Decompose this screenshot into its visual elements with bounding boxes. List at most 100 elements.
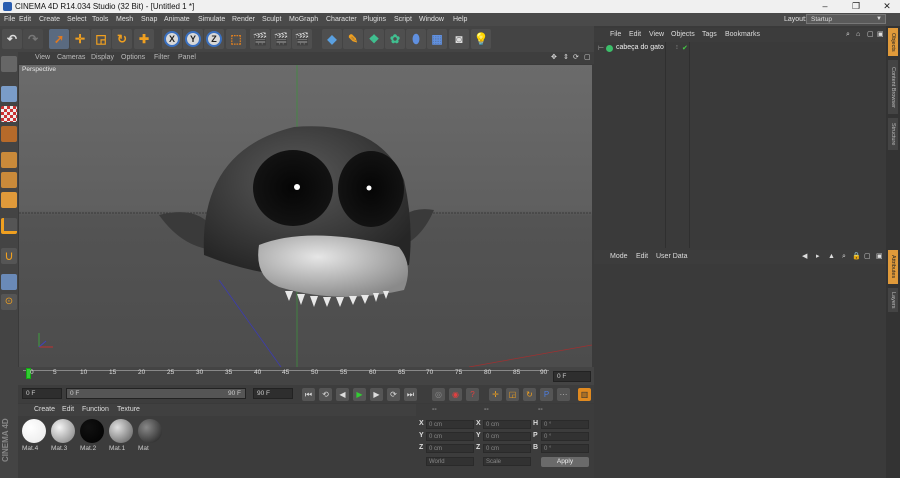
deformer-icon[interactable]: ✿	[385, 29, 405, 49]
maximize-button[interactable]: ❐	[846, 0, 866, 13]
material-swatch[interactable]: Mat.1	[107, 418, 135, 456]
key-parameter-icon[interactable]: P	[540, 388, 553, 401]
scale-icon[interactable]: ◲	[91, 29, 111, 49]
menu-animate[interactable]: Animate	[164, 13, 190, 26]
apply-button[interactable]: Apply	[541, 457, 589, 467]
3d-viewport[interactable]: Perspective	[19, 65, 592, 367]
menu-character[interactable]: Character	[326, 13, 357, 26]
make-editable-icon[interactable]	[1, 56, 17, 72]
timeline-ruler[interactable]: 0 5 10 15 20 25 30 35 40 45 50 55 60 65 …	[18, 367, 594, 385]
object-menu-objects[interactable]: Objects	[671, 28, 695, 42]
viewport-menu-panel[interactable]: Panel	[178, 52, 196, 64]
autokey-icon[interactable]: ◉	[449, 388, 462, 401]
solo-icon[interactable]: ⊙	[1, 294, 17, 310]
maximize-panel-icon[interactable]: ▣	[876, 250, 883, 264]
goto-start-icon[interactable]: ⏮	[302, 388, 315, 401]
size-z-field[interactable]: 0 cm	[483, 444, 531, 453]
material-menu-texture[interactable]: Texture	[117, 404, 140, 416]
workplane-icon[interactable]	[1, 126, 17, 142]
lock-icon[interactable]: 🔒	[852, 250, 861, 264]
texture-mode-icon[interactable]	[1, 106, 17, 122]
size-mode-dropdown[interactable]: Scale	[483, 457, 531, 466]
coordinate-system-icon[interactable]: ⬚	[226, 29, 246, 49]
rotation-p-field[interactable]: 0 °	[541, 432, 589, 441]
menu-sculpt[interactable]: Sculpt	[262, 13, 281, 26]
menu-file[interactable]: File	[4, 13, 15, 26]
key-scale-icon[interactable]: ◲	[506, 388, 519, 401]
key-help-icon[interactable]: ?	[466, 388, 479, 401]
new-window-icon[interactable]: ▢	[867, 28, 874, 42]
home-icon[interactable]: ⌂	[856, 28, 860, 42]
viewport-menu-cameras[interactable]: Cameras	[57, 52, 85, 64]
menu-plugins[interactable]: Plugins	[363, 13, 386, 26]
last-tool-icon[interactable]: ✚	[134, 29, 154, 49]
menu-create[interactable]: Create	[39, 13, 60, 26]
attribute-menu-mode[interactable]: Mode	[610, 250, 628, 264]
scene-icon[interactable]: ⬮	[406, 29, 426, 49]
prev-frame-icon[interactable]: ◀	[336, 388, 349, 401]
y-axis-lock-icon[interactable]: Y	[183, 29, 203, 49]
move-icon[interactable]: ✛	[70, 29, 90, 49]
material-swatch[interactable]: Mat.3	[49, 418, 77, 456]
material-swatch[interactable]: Mat.4	[20, 418, 48, 456]
menu-select[interactable]: Select	[67, 13, 86, 26]
key-pla-icon[interactable]: ⋯	[557, 388, 570, 401]
cube-icon[interactable]: ◆	[322, 29, 342, 49]
render-view-icon[interactable]: 🎬	[250, 29, 270, 49]
new-window-icon[interactable]: ▢	[864, 250, 871, 264]
next-frame-icon[interactable]: ▶	[370, 388, 383, 401]
close-button[interactable]: ✕	[877, 0, 897, 13]
tab-attributes[interactable]: Attributes	[888, 250, 898, 284]
layout-dropdown[interactable]: Startup ▼	[806, 14, 886, 24]
zoom-icon[interactable]: ⇕	[563, 52, 569, 64]
menu-mograph[interactable]: MoGraph	[289, 13, 318, 26]
maximize-view-icon[interactable]: ▢	[584, 52, 591, 64]
viewport-menu-view[interactable]: View	[35, 52, 50, 64]
goto-end-icon[interactable]: ⏭	[404, 388, 417, 401]
menu-snap[interactable]: Snap	[141, 13, 157, 26]
coordinate-mode-dropdown[interactable]: World	[426, 457, 474, 466]
search-icon[interactable]: ⌕	[846, 28, 850, 42]
menu-mesh[interactable]: Mesh	[116, 13, 133, 26]
rotate-icon[interactable]: ↻	[112, 29, 132, 49]
enabled-check-icon[interactable]: ✔	[682, 44, 688, 52]
material-menu-edit[interactable]: Edit	[62, 404, 74, 416]
key-position-icon[interactable]: ✛	[489, 388, 502, 401]
material-swatch[interactable]: Mat.2	[78, 418, 106, 456]
key-rotation-icon[interactable]: ↻	[523, 388, 536, 401]
tab-structure[interactable]: Structure	[888, 118, 898, 150]
pan-icon[interactable]: ✥	[551, 52, 557, 64]
model-mode-icon[interactable]	[1, 86, 17, 102]
position-z-field[interactable]: 0 cm	[426, 444, 474, 453]
x-axis-lock-icon[interactable]: X	[162, 29, 182, 49]
size-y-field[interactable]: 0 cm	[483, 432, 531, 441]
polygons-mode-icon[interactable]	[1, 192, 17, 208]
tab-layers[interactable]: Layers	[888, 288, 898, 312]
next-key-icon[interactable]: ⟳	[387, 388, 400, 401]
object-menu-tags[interactable]: Tags	[702, 28, 717, 42]
render-picture-viewer-icon[interactable]: 🎬	[271, 29, 291, 49]
maximize-panel-icon[interactable]: ▣	[877, 28, 884, 42]
object-menu-file[interactable]: File	[610, 28, 621, 42]
up-arrow-icon[interactable]: ▲	[828, 250, 835, 264]
edges-mode-icon[interactable]	[1, 172, 17, 188]
rotation-b-field[interactable]: 0 °	[541, 444, 589, 453]
record-keys-icon[interactable]: ◎	[432, 388, 445, 401]
render-settings-icon[interactable]: 🎬	[292, 29, 312, 49]
material-menu-function[interactable]: Function	[82, 404, 109, 416]
undo-icon[interactable]: ↶	[2, 29, 22, 49]
snap-magnet-icon[interactable]: ∪	[1, 248, 17, 264]
forward-arrow-icon[interactable]: ▸	[816, 250, 820, 264]
array-icon[interactable]: ❖	[364, 29, 384, 49]
light-icon[interactable]: 💡	[471, 29, 491, 49]
attribute-menu-edit[interactable]: Edit	[636, 250, 648, 264]
viewport-menu-display[interactable]: Display	[91, 52, 114, 64]
redo-icon[interactable]: ↷	[23, 29, 43, 49]
timeline-window-icon[interactable]: ▥	[578, 388, 591, 401]
axis-mode-icon[interactable]	[1, 218, 17, 234]
prev-key-icon[interactable]: ⟲	[319, 388, 332, 401]
menu-window[interactable]: Window	[419, 13, 444, 26]
position-x-field[interactable]: 0 cm	[426, 420, 474, 429]
frame-range-slider[interactable]: 0 F 90 F	[66, 388, 246, 399]
material-menu-create[interactable]: Create	[34, 404, 55, 416]
